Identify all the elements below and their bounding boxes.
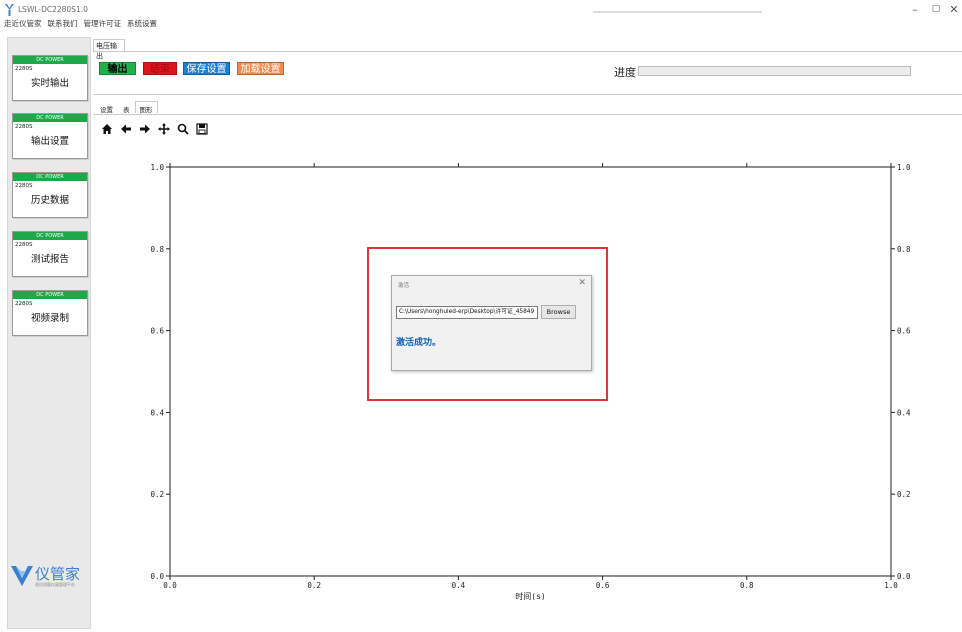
section-divider [93, 94, 962, 95]
sidebar-item-output-settings[interactable]: DC POWER 2280S 输出设置 [12, 113, 88, 159]
device-badge: DC POWER [13, 56, 87, 64]
device-badge: DC POWER [13, 173, 87, 181]
y-tick-label-right: 0.8 [897, 245, 911, 254]
progress-bar [638, 66, 911, 76]
x-tick-label: 1.0 [884, 581, 898, 590]
y-tick-label: 0.4 [150, 408, 164, 417]
device-badge: DC POWER [13, 232, 87, 240]
output-button[interactable]: 输出 [99, 62, 136, 75]
x-tick-label: 0.0 [163, 581, 177, 590]
close-icon[interactable]: ✕ [947, 3, 961, 16]
sidebar-item-test-report[interactable]: DC POWER 2280S 测试报告 [12, 231, 88, 277]
y-tick-label: 0.6 [150, 327, 164, 336]
save-icon[interactable] [196, 123, 208, 137]
stop-button[interactable]: 结束 [143, 62, 177, 75]
sidebar-item-realtime-output[interactable]: DC POWER 2280S 实时输出 [12, 55, 88, 101]
plot-toolbar [101, 123, 208, 139]
dialog-title: 激活 [398, 283, 410, 289]
menu-item-license[interactable]: 管理许可证 [84, 18, 122, 30]
progress-label: 进度 [614, 66, 636, 79]
tab-graph[interactable]: 图形 [134, 101, 158, 114]
sidebar: DC POWER 2280S 实时输出 DC POWER 2280S 输出设置 … [7, 37, 91, 629]
forward-arrow-icon[interactable] [139, 123, 151, 137]
back-arrow-icon[interactable] [120, 123, 132, 137]
brand-name: 仪管家 [35, 565, 81, 583]
sidebar-item-label: 输出设置 [30, 136, 69, 147]
subtab-bar: 设置 表 图形 [95, 101, 158, 114]
menu-item-about[interactable]: 走近仪管家 [4, 18, 42, 30]
y-tick-label: 1.0 [150, 163, 164, 172]
brand-tagline: 测试测量仪器管理平台 [35, 582, 75, 587]
sidebar-item-history[interactable]: DC POWER 2280S 历史数据 [12, 172, 88, 218]
sidebar-item-label: 视频录制 [30, 313, 69, 324]
sidebar-item-label: 历史数据 [30, 195, 69, 206]
device-model: 2280S [15, 242, 33, 248]
y-tick-label: 0.2 [150, 490, 164, 499]
y-tick-label-right: 0.4 [897, 408, 911, 417]
zoom-icon[interactable] [177, 123, 189, 137]
home-icon[interactable] [101, 123, 113, 137]
y-tick-label-right: 0.0 [897, 572, 911, 581]
close-icon[interactable]: ✕ [578, 278, 586, 288]
minimize-icon[interactable]: – [908, 3, 922, 16]
activation-status-message: 激活成功。 [396, 338, 442, 348]
y-tick-label: 0.0 [150, 572, 164, 581]
y-tick-label-right: 0.2 [897, 490, 911, 499]
brand-logo-icon [11, 566, 33, 586]
x-tick-label: 0.2 [307, 581, 321, 590]
device-model: 2280S [15, 124, 33, 130]
sidebar-item-label: 测试报告 [30, 254, 69, 265]
license-path-field[interactable]: C:\Users\honghuled-erp\Desktop\许可证_45849 [396, 306, 538, 319]
tab-voltage-output[interactable]: 电压输出 [93, 39, 125, 60]
activation-dialog: 激活 ✕ C:\Users\honghuled-erp\Desktop\许可证_… [391, 275, 592, 371]
tab-divider [93, 51, 962, 52]
app-logo-icon [5, 4, 14, 16]
title-divider [593, 11, 762, 13]
y-tick-label-right: 0.6 [897, 327, 911, 336]
tab-settings[interactable]: 设置 [95, 101, 118, 114]
x-tick-label: 0.6 [596, 581, 610, 590]
subtab-divider [93, 114, 962, 115]
device-model: 2280S [15, 66, 33, 72]
sidebar-item-video-recording[interactable]: DC POWER 2280S 视频录制 [12, 290, 88, 336]
brand-logo: 仪管家 测试测量仪器管理平台 [10, 563, 88, 591]
y-tick-label-right: 1.0 [897, 163, 911, 172]
maximize-icon[interactable]: ▢ [929, 4, 943, 14]
save-settings-button[interactable]: 保存设置 [183, 62, 230, 75]
menu-item-contact[interactable]: 联系我们 [48, 18, 78, 30]
tab-table[interactable]: 表 [118, 101, 135, 114]
device-badge: DC POWER [13, 114, 87, 122]
pan-icon[interactable] [158, 123, 170, 137]
app-title: LSWL-DC2280S1.0 [18, 5, 88, 14]
browse-button[interactable]: Browse [541, 305, 576, 319]
load-settings-button[interactable]: 加载设置 [237, 62, 284, 75]
sidebar-item-label: 实时输出 [30, 78, 69, 89]
x-axis-label: 时间(s) [515, 591, 545, 600]
y-tick-label: 0.8 [150, 245, 164, 254]
device-model: 2280S [15, 183, 33, 189]
device-badge: DC POWER [13, 291, 87, 299]
menu-item-settings[interactable]: 系统设置 [127, 18, 157, 30]
menu-bar: 走近仪管家 联系我们 管理许可证 系统设置 [4, 18, 157, 30]
x-tick-label: 0.4 [452, 581, 466, 590]
x-tick-label: 0.8 [740, 581, 754, 590]
device-model: 2280S [15, 301, 33, 307]
